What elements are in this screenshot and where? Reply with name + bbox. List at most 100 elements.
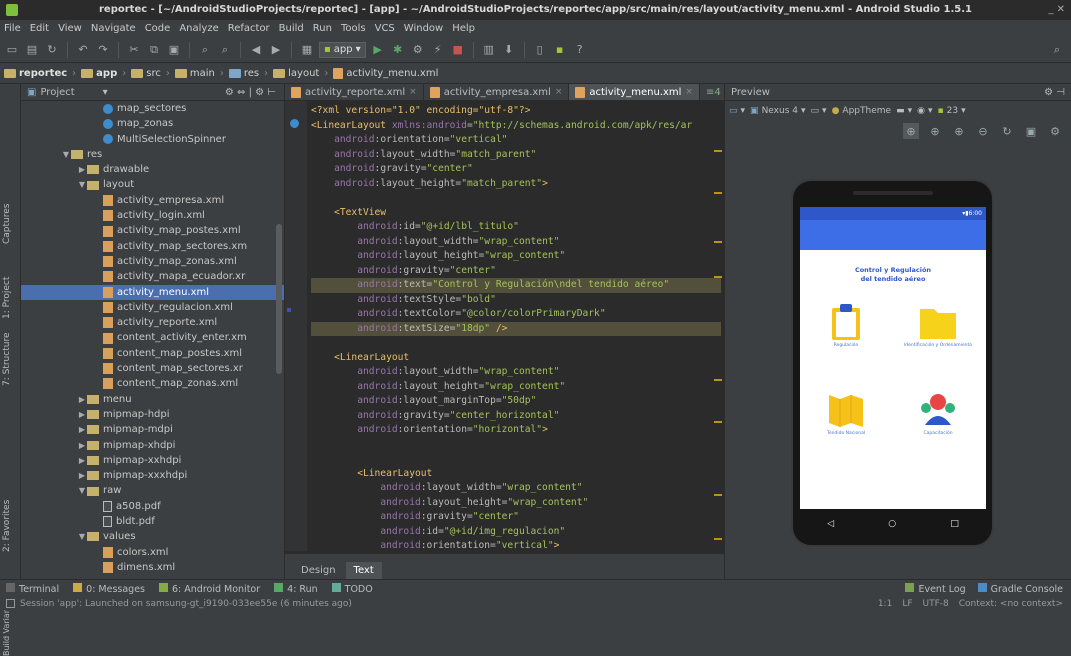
error-stripe[interactable] xyxy=(714,104,722,544)
tool-window-button[interactable]: Event Log xyxy=(905,582,966,595)
tab-overflow-button[interactable]: ≡4 xyxy=(700,84,724,100)
apply-changes-icon[interactable]: ⚡ xyxy=(430,42,446,58)
menu-code[interactable]: Code xyxy=(145,23,171,34)
screenshot-icon[interactable]: ▣ xyxy=(1023,123,1039,139)
caret-position[interactable]: 1:1 xyxy=(878,599,892,609)
avd-manager-icon[interactable]: ▯ xyxy=(532,42,548,58)
class-marker-icon[interactable] xyxy=(290,119,299,128)
redo-icon[interactable]: ↷ xyxy=(95,42,111,58)
warning-mark[interactable] xyxy=(714,421,722,423)
tree-node[interactable]: bldt.pdf xyxy=(21,514,284,529)
expanded-arrow-icon[interactable]: ▼ xyxy=(77,177,87,192)
collapsed-arrow-icon[interactable]: ▶ xyxy=(77,392,87,407)
tree-node[interactable]: ▶ mipmap-xhdpi xyxy=(21,438,284,453)
tree-node[interactable]: content_map_zonas.xml xyxy=(21,376,284,391)
tool-window-button[interactable]: 4: Run xyxy=(274,582,318,595)
menu-tools[interactable]: Tools xyxy=(341,23,366,34)
project-scrollbar[interactable] xyxy=(276,224,282,374)
close-icon[interactable]: × xyxy=(685,87,693,97)
tree-node[interactable]: content_map_postes.xml xyxy=(21,346,284,361)
menu-build[interactable]: Build xyxy=(279,23,304,34)
tool-tab-project[interactable]: 1: Project xyxy=(2,277,12,319)
window-controls[interactable]: _ ✕ xyxy=(1048,0,1065,20)
chevron-down-icon[interactable]: ▾ xyxy=(103,87,108,98)
back-nav-icon[interactable]: ◁ xyxy=(827,519,834,529)
menu-analyze[interactable]: Analyze xyxy=(179,23,218,34)
preview-options-icon[interactable]: ⚙ xyxy=(1047,123,1063,139)
tool-tab-structure[interactable]: 7: Structure xyxy=(2,333,12,387)
api-select[interactable]: ▪ 23 ▾ xyxy=(938,106,966,116)
code-area[interactable]: <?xml version="1.0" encoding="utf-8"?> <L… xyxy=(311,104,721,549)
attach-debugger-icon[interactable]: ⚙ xyxy=(410,42,426,58)
tree-node[interactable]: ▶ mipmap-xxhdpi xyxy=(21,453,284,468)
tree-node[interactable]: ▼ res xyxy=(21,147,284,162)
collapsed-arrow-icon[interactable]: ▶ xyxy=(77,162,87,177)
home-nav-icon[interactable]: ○ xyxy=(888,519,896,529)
file-encoding[interactable]: UTF-8 xyxy=(923,599,949,609)
tab-design[interactable]: Design xyxy=(293,562,344,579)
back-icon[interactable]: ◀ xyxy=(248,42,264,58)
menu-edit[interactable]: Edit xyxy=(30,23,49,34)
warning-mark[interactable] xyxy=(714,276,722,278)
replace-icon[interactable]: ⌕ xyxy=(217,42,233,58)
menu-navigate[interactable]: Navigate xyxy=(91,23,136,34)
run-icon[interactable]: ▶ xyxy=(370,42,386,58)
breadcrumb-item[interactable]: main xyxy=(174,68,215,79)
tree-node[interactable]: map_sectores xyxy=(21,101,284,116)
expanded-arrow-icon[interactable]: ▼ xyxy=(77,529,87,544)
tree-node[interactable]: ▶ mipmap-mdpi xyxy=(21,422,284,437)
tree-node[interactable]: activity_empresa.xml xyxy=(21,193,284,208)
help-icon[interactable]: ? xyxy=(572,42,588,58)
close-icon[interactable]: × xyxy=(555,87,563,97)
collapsed-arrow-icon[interactable]: ▶ xyxy=(77,422,87,437)
zoom-in-icon[interactable]: ⊕ xyxy=(951,123,967,139)
save-all-icon[interactable]: ▤ xyxy=(24,42,40,58)
breadcrumb-item[interactable]: app xyxy=(81,68,117,79)
project-view-label[interactable]: Project xyxy=(40,87,74,98)
menu-item-tendido[interactable]: Tendido Nacional xyxy=(806,391,886,436)
tree-node[interactable]: ▶ mipmap-xxxhdpi xyxy=(21,468,284,483)
copy-icon[interactable]: ⧉ xyxy=(146,42,162,58)
warning-mark[interactable] xyxy=(714,241,722,243)
warning-mark[interactable] xyxy=(714,538,722,540)
orientation-select[interactable]: ▭ ▾ xyxy=(811,106,827,116)
tool-window-button[interactable]: Terminal xyxy=(6,582,59,595)
tree-node[interactable]: activity_map_sectores.xm xyxy=(21,239,284,254)
project-structure-icon[interactable]: ▥ xyxy=(481,42,497,58)
collapsed-arrow-icon[interactable]: ▶ xyxy=(77,453,87,468)
breadcrumb-item[interactable]: src xyxy=(131,68,161,79)
warning-mark[interactable] xyxy=(714,192,722,194)
warning-mark[interactable] xyxy=(714,379,722,381)
tool-window-button[interactable]: TODO xyxy=(331,582,373,595)
menu-file[interactable]: File xyxy=(4,23,21,34)
tree-node[interactable]: ▼ values xyxy=(21,529,284,544)
config-select[interactable]: ▭ ▾ xyxy=(729,106,745,116)
paste-icon[interactable]: ▣ xyxy=(166,42,182,58)
tree-node[interactable]: MultiSelectionSpinner xyxy=(21,132,284,147)
collapsed-arrow-icon[interactable]: ▶ xyxy=(77,468,87,483)
tree-node[interactable]: activity_map_zonas.xml xyxy=(21,254,284,269)
menu-item-regulacion[interactable]: Regulación xyxy=(806,303,886,348)
stop-icon[interactable]: ■ xyxy=(450,42,466,58)
cut-icon[interactable]: ✂ xyxy=(126,42,142,58)
menu-vcs[interactable]: VCS xyxy=(375,23,395,34)
tree-node[interactable]: ▶ mipmap-hdpi xyxy=(21,407,284,422)
collapsed-arrow-icon[interactable]: ▶ xyxy=(77,438,87,453)
settings-icon[interactable]: ⚙ ⇔ | ⚙ ⊢ xyxy=(225,87,276,98)
zoom-actual-icon[interactable]: ⊕ xyxy=(927,123,943,139)
tree-node[interactable]: activity_menu.xml xyxy=(21,284,284,300)
undo-icon[interactable]: ↶ xyxy=(75,42,91,58)
device-select[interactable]: ▣ Nexus 4 ▾ xyxy=(750,106,805,116)
recents-nav-icon[interactable]: □ xyxy=(950,519,959,529)
breadcrumb-item[interactable]: reportec xyxy=(4,68,67,79)
tree-node[interactable]: colors.xml xyxy=(21,545,284,560)
warning-mark[interactable] xyxy=(714,494,722,496)
menu-item-capacitacion[interactable]: Capacitación xyxy=(898,391,978,436)
locale-select[interactable]: ◉ ▾ xyxy=(917,106,932,116)
theme-select[interactable]: ● AppTheme xyxy=(832,106,892,116)
tree-node[interactable]: dimens.xml xyxy=(21,560,284,575)
tab-text[interactable]: Text xyxy=(345,562,382,579)
tree-node[interactable]: activity_login.xml xyxy=(21,208,284,223)
tree-node[interactable]: activity_regulacion.xml xyxy=(21,300,284,315)
refresh-icon[interactable]: ↻ xyxy=(999,123,1015,139)
